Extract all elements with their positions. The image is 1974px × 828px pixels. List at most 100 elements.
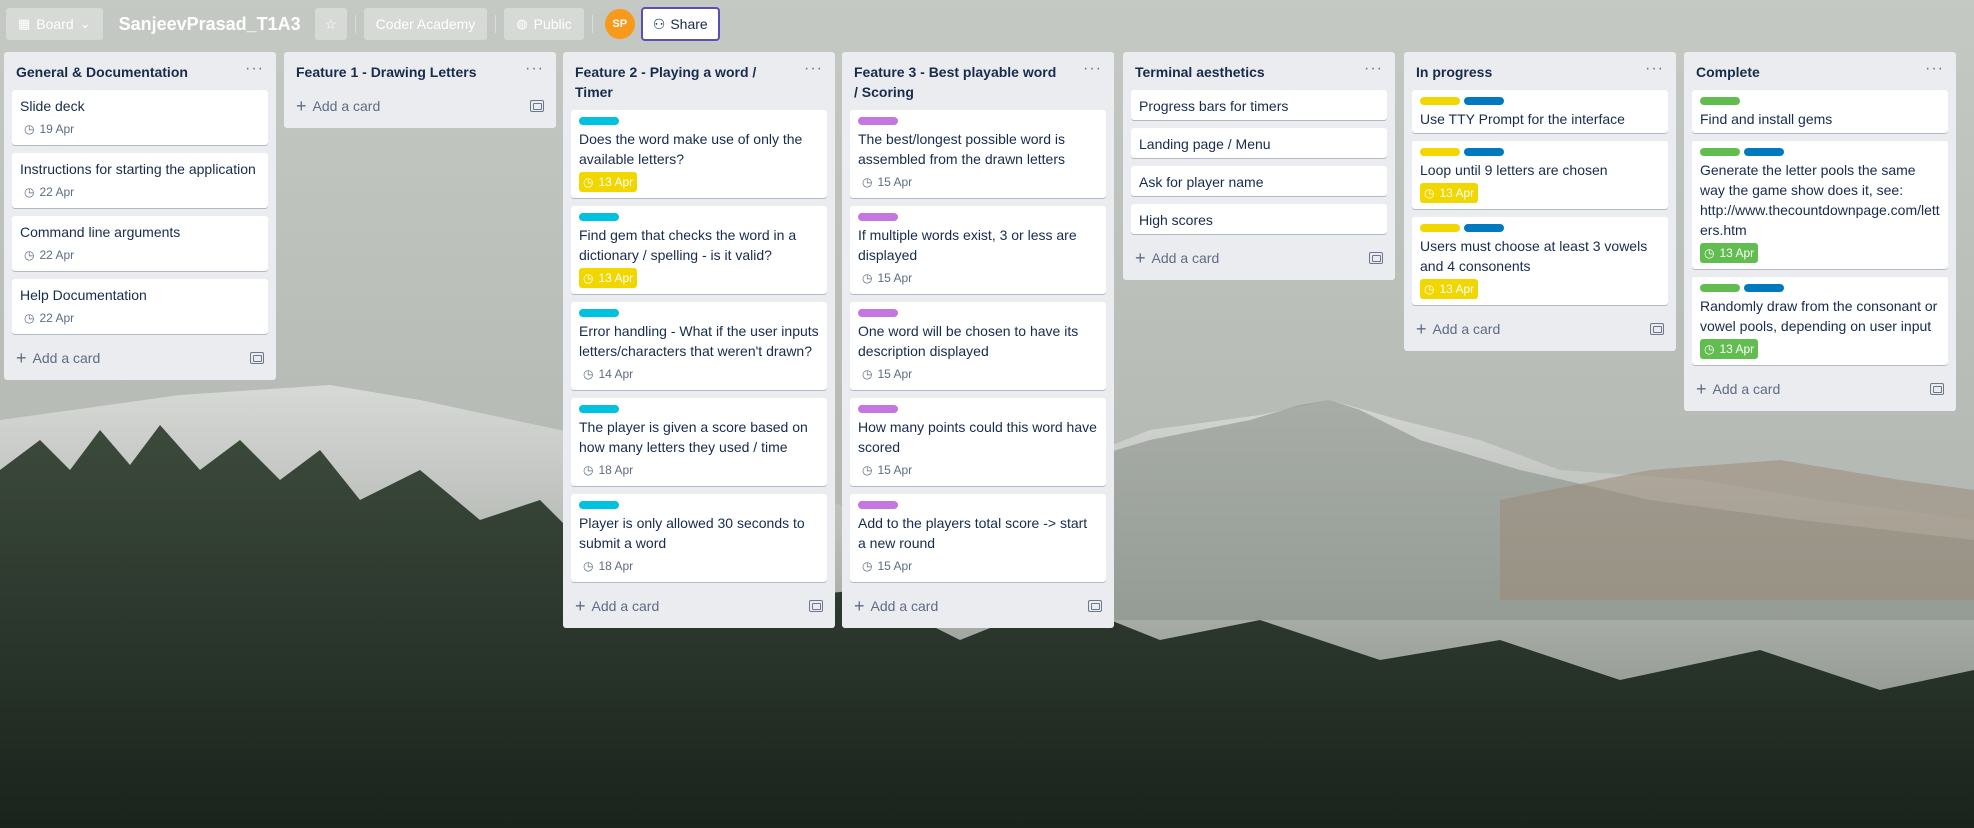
card-template-icon[interactable] bbox=[1930, 383, 1944, 395]
label-cyan[interactable] bbox=[579, 501, 619, 509]
due-date-badge[interactable]: ◷ 22 Apr bbox=[20, 245, 78, 265]
list-title[interactable]: In progress bbox=[1416, 62, 1492, 82]
card[interactable]: If multiple words exist, 3 or less are d… bbox=[850, 206, 1106, 294]
list-menu-icon[interactable]: ··· bbox=[804, 61, 823, 77]
card[interactable]: How many points could this word have sco… bbox=[850, 398, 1106, 486]
list-title[interactable]: Terminal aesthetics bbox=[1135, 62, 1265, 82]
label-blue[interactable] bbox=[1464, 97, 1504, 105]
card-template-icon[interactable] bbox=[1650, 323, 1664, 335]
card[interactable]: The best/longest possible word is assemb… bbox=[850, 110, 1106, 198]
label-blue[interactable] bbox=[1744, 284, 1784, 292]
list-menu-icon[interactable]: ··· bbox=[1645, 61, 1664, 77]
card[interactable]: Error handling - What if the user inputs… bbox=[571, 302, 827, 390]
card[interactable]: Find and install gems bbox=[1692, 90, 1948, 133]
label-cyan[interactable] bbox=[579, 309, 619, 317]
card[interactable]: Landing page / Menu bbox=[1131, 128, 1387, 158]
add-card-button[interactable]: + Add a card bbox=[575, 597, 659, 615]
card-template-icon[interactable] bbox=[250, 352, 264, 364]
due-date-badge[interactable]: ◷ 15 Apr bbox=[858, 556, 916, 576]
card[interactable]: Help Documentation ◷ 22 Apr bbox=[12, 279, 268, 334]
due-date-badge[interactable]: ◷ 13 Apr bbox=[1700, 243, 1759, 263]
card[interactable]: Randomly draw from the consonant or vowe… bbox=[1692, 277, 1948, 365]
card[interactable]: Find gem that checks the word in a dicti… bbox=[571, 206, 827, 294]
due-date-badge[interactable]: ◷ 14 Apr bbox=[579, 364, 637, 384]
card[interactable]: High scores bbox=[1131, 204, 1387, 234]
workspace-button[interactable]: Coder Academy bbox=[363, 8, 488, 40]
label-purple[interactable] bbox=[858, 213, 898, 221]
card[interactable]: Users must choose at least 3 vowels and … bbox=[1412, 217, 1668, 305]
add-card-button[interactable]: + Add a card bbox=[16, 349, 100, 367]
label-yellow[interactable] bbox=[1420, 224, 1460, 232]
due-date-badge[interactable]: ◷ 22 Apr bbox=[20, 308, 78, 328]
card-template-icon[interactable] bbox=[530, 100, 544, 112]
card[interactable]: Slide deck ◷ 19 Apr bbox=[12, 90, 268, 145]
add-card-button[interactable]: + Add a card bbox=[1135, 249, 1219, 267]
list-menu-icon[interactable]: ··· bbox=[245, 61, 264, 77]
card[interactable]: The player is given a score based on how… bbox=[571, 398, 827, 486]
list-menu-icon[interactable]: ··· bbox=[1925, 61, 1944, 77]
list-menu-icon[interactable]: ··· bbox=[1083, 61, 1102, 77]
card[interactable]: Loop until 9 letters are chosen ◷ 13 Apr bbox=[1412, 141, 1668, 209]
label-purple[interactable] bbox=[858, 117, 898, 125]
add-card-button[interactable]: + Add a card bbox=[854, 597, 938, 615]
label-cyan[interactable] bbox=[579, 117, 619, 125]
label-cyan[interactable] bbox=[579, 405, 619, 413]
label-yellow[interactable] bbox=[1420, 97, 1460, 105]
due-date-badge[interactable]: ◷ 15 Apr bbox=[858, 364, 916, 384]
due-date-badge[interactable]: ◷ 13 Apr bbox=[579, 268, 638, 288]
share-button[interactable]: ⚇ Share bbox=[640, 7, 720, 41]
card-template-icon[interactable] bbox=[1369, 252, 1383, 264]
card[interactable]: Player is only allowed 30 seconds to sub… bbox=[571, 494, 827, 582]
label-cyan[interactable] bbox=[579, 213, 619, 221]
label-purple[interactable] bbox=[858, 501, 898, 509]
due-date-badge[interactable]: ◷ 15 Apr bbox=[858, 268, 916, 288]
label-green[interactable] bbox=[1700, 97, 1740, 105]
board-view-switcher[interactable]: ▦ Board ⌄ bbox=[6, 8, 103, 40]
label-purple[interactable] bbox=[858, 405, 898, 413]
member-avatar[interactable]: SP bbox=[604, 9, 635, 39]
card[interactable]: Add to the players total score -> start … bbox=[850, 494, 1106, 582]
card-template-icon[interactable] bbox=[809, 600, 823, 612]
card-labels bbox=[579, 117, 819, 125]
list-title[interactable]: Complete bbox=[1696, 62, 1760, 82]
card[interactable]: Does the word make use of only the avail… bbox=[571, 110, 827, 198]
card-template-icon[interactable] bbox=[1088, 600, 1102, 612]
list-title[interactable]: Feature 1 - Drawing Letters bbox=[296, 62, 477, 82]
label-blue[interactable] bbox=[1464, 148, 1504, 156]
card[interactable]: Use TTY Prompt for the interface bbox=[1412, 90, 1668, 133]
card[interactable]: Instructions for starting the applicatio… bbox=[12, 153, 268, 208]
add-card-button[interactable]: + Add a card bbox=[1696, 380, 1780, 398]
label-purple[interactable] bbox=[858, 309, 898, 317]
due-date-badge[interactable]: ◷ 13 Apr bbox=[1420, 279, 1479, 299]
star-board-button[interactable]: ☆ bbox=[314, 8, 347, 40]
list-title[interactable]: Feature 2 - Playing a word / Timer bbox=[575, 62, 785, 102]
due-date-badge[interactable]: ◷ 19 Apr bbox=[20, 119, 78, 139]
due-date-badge[interactable]: ◷ 13 Apr bbox=[579, 172, 638, 192]
due-date-badge[interactable]: ◷ 18 Apr bbox=[579, 556, 637, 576]
add-card-button[interactable]: + Add a card bbox=[296, 97, 380, 115]
label-yellow[interactable] bbox=[1420, 148, 1460, 156]
label-blue[interactable] bbox=[1744, 148, 1784, 156]
due-date-badge[interactable]: ◷ 22 Apr bbox=[20, 182, 78, 202]
due-date-badge[interactable]: ◷ 18 Apr bbox=[579, 460, 637, 480]
label-blue[interactable] bbox=[1464, 224, 1504, 232]
due-date-badge[interactable]: ◷ 13 Apr bbox=[1700, 339, 1759, 359]
label-green[interactable] bbox=[1700, 148, 1740, 156]
card[interactable]: Ask for player name bbox=[1131, 166, 1387, 196]
list-title[interactable]: General & Documentation bbox=[16, 62, 188, 82]
due-date-badge[interactable]: ◷ 15 Apr bbox=[858, 460, 916, 480]
label-green[interactable] bbox=[1700, 284, 1740, 292]
due-date-badge[interactable]: ◷ 13 Apr bbox=[1420, 183, 1479, 203]
card[interactable]: Generate the letter pools the same way t… bbox=[1692, 141, 1948, 269]
visibility-button[interactable]: ◍ Public bbox=[504, 8, 584, 40]
card[interactable]: Progress bars for timers bbox=[1131, 90, 1387, 120]
list-title[interactable]: Feature 3 - Best playable word / Scoring bbox=[854, 62, 1064, 102]
card-title: If multiple words exist, 3 or less are d… bbox=[858, 227, 1077, 263]
due-date-badge[interactable]: ◷ 15 Apr bbox=[858, 172, 916, 192]
board-title[interactable]: SanjeevPrasad_T1A3 bbox=[119, 14, 301, 35]
card[interactable]: Command line arguments ◷ 22 Apr bbox=[12, 216, 268, 271]
list-menu-icon[interactable]: ··· bbox=[1364, 61, 1383, 77]
add-card-button[interactable]: + Add a card bbox=[1416, 320, 1500, 338]
card[interactable]: One word will be chosen to have its desc… bbox=[850, 302, 1106, 390]
list-menu-icon[interactable]: ··· bbox=[525, 61, 544, 77]
